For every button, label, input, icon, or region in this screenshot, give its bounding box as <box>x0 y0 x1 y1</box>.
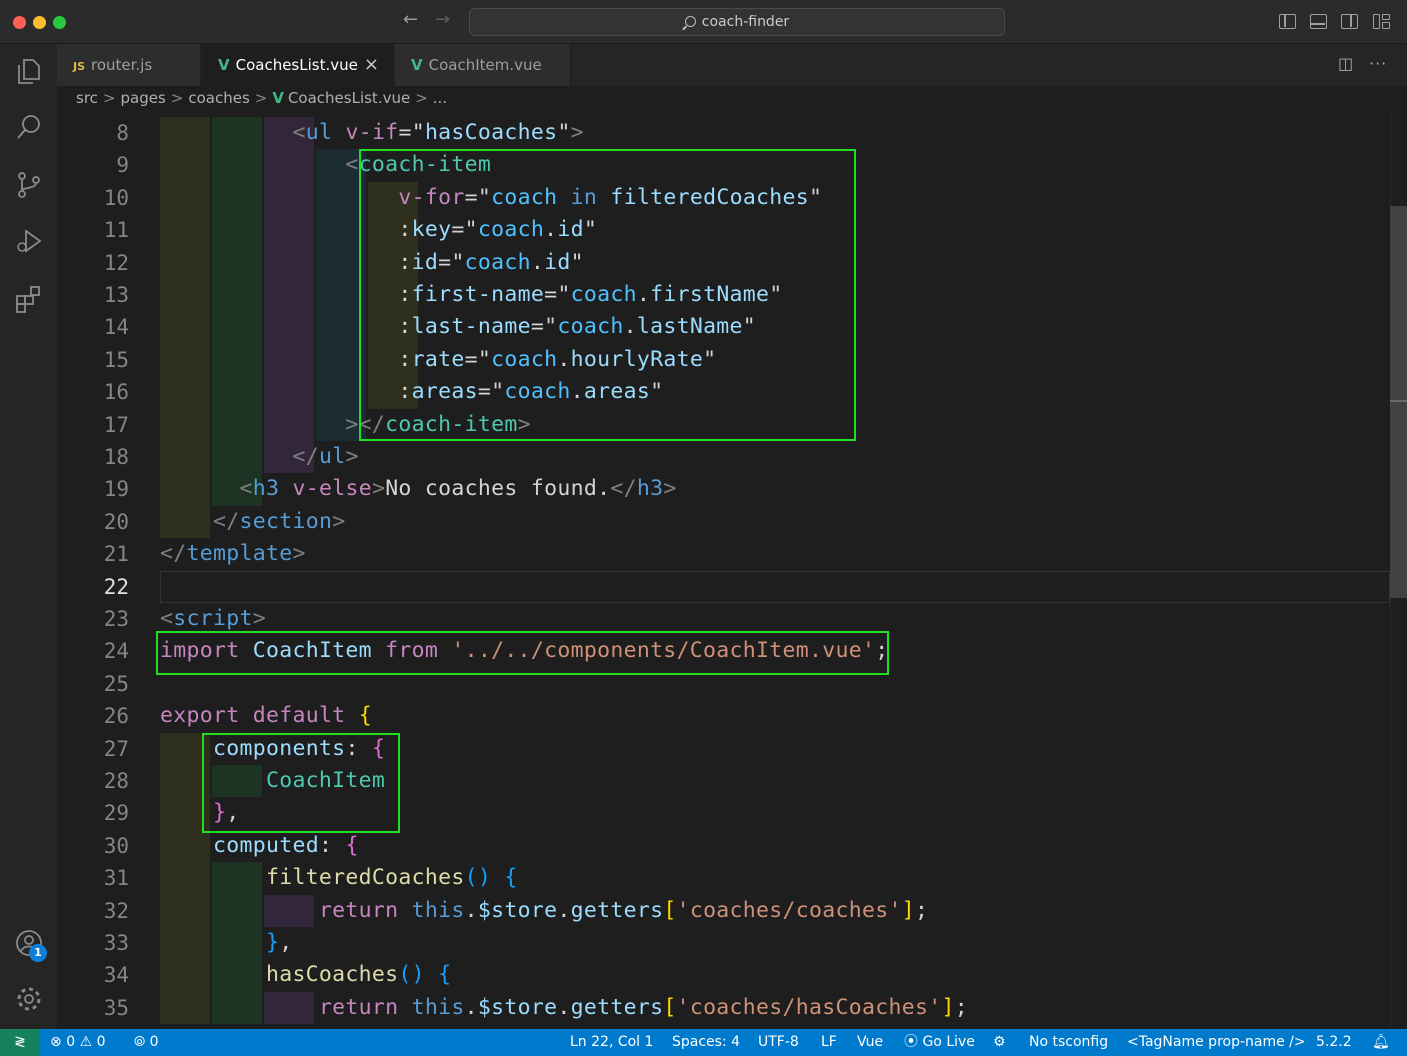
back-arrow-icon[interactable]: ← <box>403 9 418 30</box>
code-line: 35 return this.$store.getters['coaches/h… <box>57 991 1390 1025</box>
highlight-box-import <box>156 631 889 675</box>
vue-file-icon: V <box>218 56 230 74</box>
tab-coacheslist-vue[interactable]: V CoachesList.vue × <box>202 44 394 86</box>
toggle-secondary-sidebar-icon[interactable] <box>1341 14 1358 29</box>
tsconfig-status[interactable]: No tsconfig <box>1029 1029 1108 1055</box>
scrollbar-thumb[interactable] <box>1390 206 1407 598</box>
breadcrumb-item[interactable]: coaches <box>188 89 249 107</box>
broadcast-icon: ⦾ <box>134 1034 146 1050</box>
highlight-box-components <box>202 733 400 833</box>
code-line: 20 </section> <box>57 505 1390 539</box>
search-icon <box>684 16 696 27</box>
encoding-setting[interactable]: UTF-8 <box>758 1029 799 1055</box>
code-line: 26 export default { <box>103 703 372 729</box>
remote-icon[interactable]: ≷ <box>0 1029 40 1056</box>
js-file-icon: JS <box>73 60 86 73</box>
scrollbar-cursor-marker <box>1390 400 1407 402</box>
code-line: 34 hasCoaches() { <box>57 959 1390 992</box>
code-line: 18 </ul> <box>57 441 1390 474</box>
source-control-icon[interactable] <box>14 170 44 200</box>
customize-layout-icon[interactable] <box>1373 14 1390 29</box>
code-line: 8 <ul v-if="hasCoaches"> <box>57 117 1390 150</box>
forward-arrow-icon[interactable]: → <box>435 9 450 30</box>
breadcrumb-item[interactable]: CoachesList.vue <box>288 89 410 107</box>
close-tab-icon[interactable]: × <box>364 44 379 86</box>
editor-tab-bar: JS router.js V CoachesList.vue × V CoachItem… <box>57 44 1407 86</box>
code-line: 30 computed: { <box>57 829 1390 863</box>
more-actions-icon[interactable]: ··· <box>1369 54 1387 73</box>
tab-router-js[interactable]: JS router.js <box>57 44 201 86</box>
status-bar: ≷ ⊗ 0 ⚠ 0 ⦾ 0 Ln 22, Col 1 Spaces: 4 UTF… <box>0 1029 1407 1056</box>
search-icon[interactable] <box>14 112 44 142</box>
breadcrumb-item[interactable]: src <box>76 89 98 107</box>
extensions-icon[interactable] <box>14 284 44 314</box>
breadcrumb-item[interactable]: ... <box>433 89 447 107</box>
minimize-window-button[interactable] <box>33 16 46 29</box>
code-line-current: 22 <box>57 570 1390 603</box>
code-editor[interactable]: 8 <ul v-if="hasCoaches"> 9 <coach-item 1… <box>57 112 1390 1029</box>
chevron-right-icon: > <box>102 89 116 107</box>
window-title: coach-finder <box>701 14 790 30</box>
highlight-box-coach-item <box>359 149 856 441</box>
split-editor-icon[interactable]: ◫ <box>1338 54 1353 73</box>
code-line: 32 return this.$store.getters['coaches/c… <box>57 894 1390 927</box>
version-status[interactable]: 5.2.2 <box>1316 1029 1352 1055</box>
ports-indicator[interactable]: ⦾ 0 <box>134 1029 159 1055</box>
eol-setting[interactable]: LF <box>821 1029 837 1055</box>
explorer-icon[interactable] <box>14 56 44 86</box>
manage-gear-icon[interactable] <box>14 984 44 1014</box>
language-mode[interactable]: Vue <box>857 1029 883 1055</box>
code-line: 31 filteredCoaches() { <box>57 862 1390 895</box>
warning-icon: ⚠ <box>79 1034 93 1050</box>
breadcrumb-item[interactable]: pages <box>120 89 165 107</box>
close-window-button[interactable] <box>13 16 26 29</box>
run-and-debug-icon[interactable] <box>14 226 44 256</box>
chevron-right-icon: > <box>415 89 428 107</box>
notifications-bell-icon[interactable]: 🔔︎ <box>1372 1029 1390 1055</box>
tag-format-status[interactable]: <TagName prop-name /> <box>1127 1029 1306 1055</box>
chevron-right-icon: > <box>254 89 268 107</box>
cursor-position[interactable]: Ln 22, Col 1 <box>570 1029 653 1055</box>
code-line: 19 <h3 v-else>No coaches found.</h3> <box>57 473 1390 506</box>
broadcast-icon: ⦿ <box>904 1034 918 1050</box>
current-line-highlight <box>160 570 1390 603</box>
vue-file-icon: V <box>411 56 423 74</box>
go-live-button[interactable]: ⦿ Go Live <box>904 1029 975 1055</box>
code-line: 21 </template> <box>103 541 306 567</box>
accounts-badge: 1 <box>29 944 47 962</box>
command-center-search[interactable]: coach-finder <box>469 8 1005 36</box>
vue-file-icon: V <box>272 89 284 107</box>
tab-coachitem-vue[interactable]: V CoachItem.vue <box>395 44 571 86</box>
maximize-window-button[interactable] <box>53 16 66 29</box>
toggle-panel-icon[interactable] <box>1310 14 1327 29</box>
activity-bar: 1 <box>0 44 57 1029</box>
toggle-primary-sidebar-icon[interactable] <box>1279 14 1296 29</box>
copilot-icon[interactable]: ⚙ <box>993 1029 1006 1055</box>
problems-indicator[interactable]: ⊗ 0 ⚠ 0 <box>50 1029 106 1055</box>
indentation-setting[interactable]: Spaces: 4 <box>672 1029 740 1055</box>
error-icon: ⊗ <box>50 1034 62 1050</box>
code-line: 33 }, <box>57 927 1390 960</box>
title-bar: ← → coach-finder <box>0 0 1407 44</box>
chevron-right-icon: > <box>170 89 184 107</box>
breadcrumb: src > pages > coaches > V CoachesList.vue >... <box>57 86 1407 112</box>
